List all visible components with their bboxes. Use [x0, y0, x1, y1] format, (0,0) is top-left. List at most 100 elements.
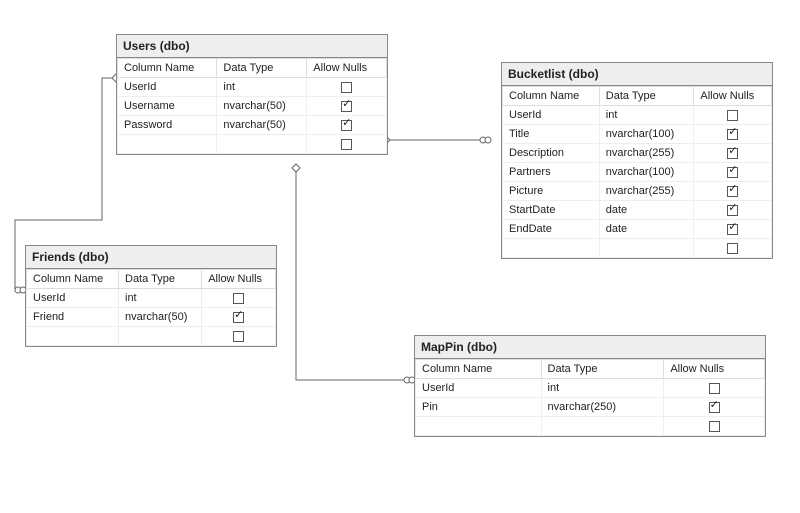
allow-nulls-cell[interactable]	[307, 116, 387, 135]
col-header: Column Name	[27, 270, 119, 289]
column-name[interactable]: Password	[118, 116, 217, 135]
empty-cell[interactable]	[503, 239, 600, 258]
empty-cell[interactable]	[27, 327, 119, 346]
table-row-empty[interactable]	[118, 135, 387, 154]
table-users[interactable]: Users (dbo)Column NameData TypeAllow Nul…	[116, 34, 388, 155]
allow-nulls-cell[interactable]	[694, 182, 772, 201]
data-type[interactable]: date	[599, 201, 694, 220]
allow-nulls-checkbox[interactable]	[727, 110, 738, 121]
allow-nulls-cell[interactable]	[694, 125, 772, 144]
data-type[interactable]: int	[599, 106, 694, 125]
table-row[interactable]: Passwordnvarchar(50)	[118, 116, 387, 135]
allow-nulls-cell[interactable]	[694, 163, 772, 182]
empty-cell[interactable]	[119, 327, 202, 346]
allow-nulls-cell[interactable]	[694, 239, 772, 258]
column-name[interactable]: Title	[503, 125, 600, 144]
allow-nulls-checkbox[interactable]	[727, 243, 738, 254]
table-row[interactable]: Picturenvarchar(255)	[503, 182, 772, 201]
allow-nulls-cell[interactable]	[664, 379, 765, 398]
allow-nulls-checkbox[interactable]	[709, 421, 720, 432]
allow-nulls-checkbox[interactable]	[341, 139, 352, 150]
column-name[interactable]: Username	[118, 97, 217, 116]
allow-nulls-cell[interactable]	[202, 289, 276, 308]
table-title[interactable]: MapPin (dbo)	[415, 336, 765, 359]
column-name[interactable]: Pin	[416, 398, 542, 417]
allow-nulls-checkbox[interactable]	[341, 120, 352, 131]
table-row-empty[interactable]	[503, 239, 772, 258]
allow-nulls-cell[interactable]	[664, 398, 765, 417]
column-name[interactable]: UserId	[416, 379, 542, 398]
allow-nulls-checkbox[interactable]	[233, 331, 244, 342]
allow-nulls-cell[interactable]	[664, 417, 765, 436]
table-row[interactable]: Usernamenvarchar(50)	[118, 97, 387, 116]
empty-cell[interactable]	[541, 417, 664, 436]
column-name[interactable]: UserId	[503, 106, 600, 125]
allow-nulls-cell[interactable]	[694, 220, 772, 239]
table-row[interactable]: EndDatedate	[503, 220, 772, 239]
table-title[interactable]: Bucketlist (dbo)	[502, 63, 772, 86]
column-name[interactable]: UserId	[27, 289, 119, 308]
allow-nulls-checkbox[interactable]	[341, 82, 352, 93]
allow-nulls-checkbox[interactable]	[727, 205, 738, 216]
table-row[interactable]: Friendnvarchar(50)	[27, 308, 276, 327]
data-type[interactable]: int	[217, 78, 307, 97]
table-row[interactable]: UserIdint	[118, 78, 387, 97]
allow-nulls-cell[interactable]	[307, 97, 387, 116]
allow-nulls-checkbox[interactable]	[709, 402, 720, 413]
allow-nulls-checkbox[interactable]	[233, 312, 244, 323]
column-name[interactable]: Description	[503, 144, 600, 163]
allow-nulls-cell[interactable]	[694, 144, 772, 163]
empty-cell[interactable]	[416, 417, 542, 436]
allow-nulls-cell[interactable]	[694, 106, 772, 125]
allow-nulls-checkbox[interactable]	[727, 129, 738, 140]
col-header: Data Type	[217, 59, 307, 78]
allow-nulls-checkbox[interactable]	[727, 148, 738, 159]
allow-nulls-cell[interactable]	[307, 135, 387, 154]
data-type[interactable]: nvarchar(50)	[119, 308, 202, 327]
empty-cell[interactable]	[599, 239, 694, 258]
table-row[interactable]: Titlenvarchar(100)	[503, 125, 772, 144]
table-title[interactable]: Users (dbo)	[117, 35, 387, 58]
column-name[interactable]: Friend	[27, 308, 119, 327]
allow-nulls-checkbox[interactable]	[727, 224, 738, 235]
table-row[interactable]: UserIdint	[27, 289, 276, 308]
allow-nulls-checkbox[interactable]	[341, 101, 352, 112]
data-type[interactable]: int	[541, 379, 664, 398]
allow-nulls-cell[interactable]	[202, 308, 276, 327]
allow-nulls-checkbox[interactable]	[727, 167, 738, 178]
allow-nulls-checkbox[interactable]	[727, 186, 738, 197]
table-row[interactable]: Descriptionnvarchar(255)	[503, 144, 772, 163]
column-name[interactable]: StartDate	[503, 201, 600, 220]
table-row-empty[interactable]	[416, 417, 765, 436]
column-name[interactable]: UserId	[118, 78, 217, 97]
column-name[interactable]: Picture	[503, 182, 600, 201]
table-row[interactable]: Partnersnvarchar(100)	[503, 163, 772, 182]
table-bucketlist[interactable]: Bucketlist (dbo)Column NameData TypeAllo…	[501, 62, 773, 259]
empty-cell[interactable]	[217, 135, 307, 154]
allow-nulls-checkbox[interactable]	[709, 383, 720, 394]
table-row-empty[interactable]	[27, 327, 276, 346]
allow-nulls-cell[interactable]	[307, 78, 387, 97]
data-type[interactable]: nvarchar(255)	[599, 144, 694, 163]
column-name[interactable]: EndDate	[503, 220, 600, 239]
data-type[interactable]: nvarchar(250)	[541, 398, 664, 417]
empty-cell[interactable]	[118, 135, 217, 154]
table-title[interactable]: Friends (dbo)	[26, 246, 276, 269]
allow-nulls-checkbox[interactable]	[233, 293, 244, 304]
allow-nulls-cell[interactable]	[202, 327, 276, 346]
table-mappin[interactable]: MapPin (dbo)Column NameData TypeAllow Nu…	[414, 335, 766, 437]
allow-nulls-cell[interactable]	[694, 201, 772, 220]
table-row[interactable]: Pinnvarchar(250)	[416, 398, 765, 417]
data-type[interactable]: int	[119, 289, 202, 308]
data-type[interactable]: nvarchar(50)	[217, 116, 307, 135]
column-name[interactable]: Partners	[503, 163, 600, 182]
table-friends[interactable]: Friends (dbo)Column NameData TypeAllow N…	[25, 245, 277, 347]
data-type[interactable]: nvarchar(100)	[599, 125, 694, 144]
table-row[interactable]: UserIdint	[503, 106, 772, 125]
data-type[interactable]: date	[599, 220, 694, 239]
table-row[interactable]: StartDatedate	[503, 201, 772, 220]
data-type[interactable]: nvarchar(255)	[599, 182, 694, 201]
data-type[interactable]: nvarchar(100)	[599, 163, 694, 182]
table-row[interactable]: UserIdint	[416, 379, 765, 398]
data-type[interactable]: nvarchar(50)	[217, 97, 307, 116]
